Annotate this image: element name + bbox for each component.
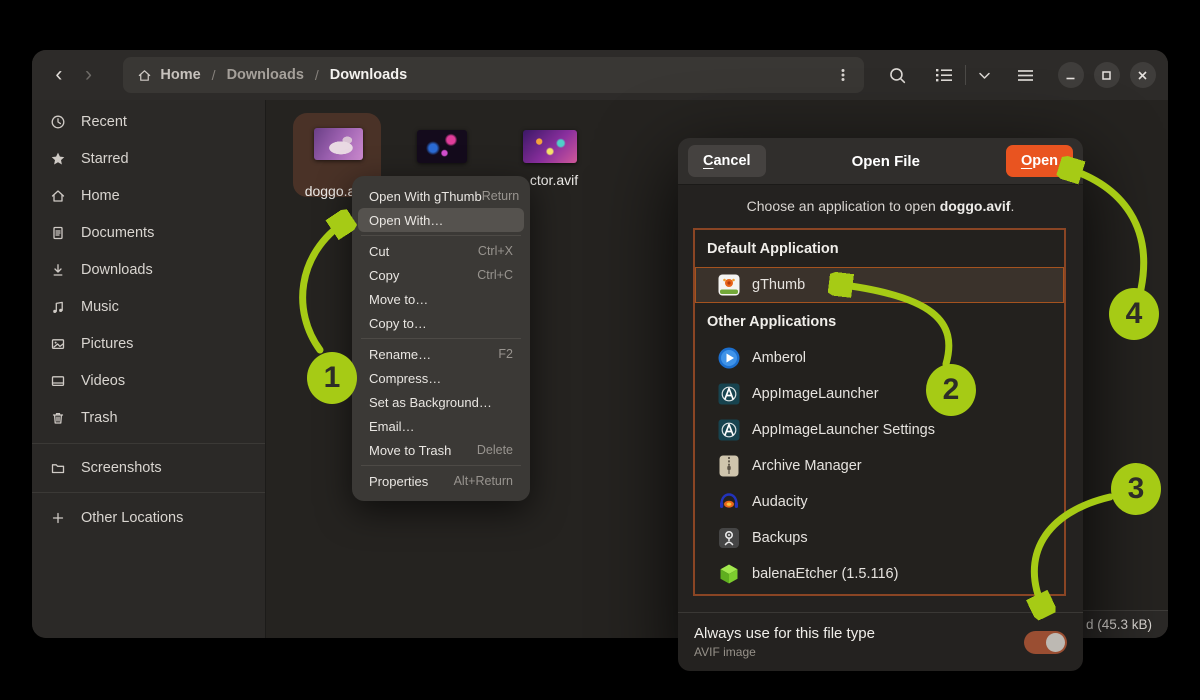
menu-item-properties[interactable]: Properties Alt+Return bbox=[358, 469, 524, 493]
app-name: AppImageLauncher Settings bbox=[752, 422, 935, 438]
desktop: ‹ › Home / Downloads / Downloads bbox=[0, 0, 1200, 700]
file-item-3-thumbnail[interactable] bbox=[523, 130, 577, 163]
menu-item-open-with[interactable]: Open With… bbox=[358, 208, 524, 232]
dialog-header: Cancel Open File Open bbox=[678, 138, 1083, 185]
annotation-step-1: 1 bbox=[307, 352, 357, 404]
application-list: Default Application gThumb Other Applica… bbox=[693, 228, 1066, 596]
gthumb-icon bbox=[717, 273, 741, 297]
sidebar-item-music[interactable]: Music bbox=[32, 288, 265, 325]
app-row-audacity[interactable]: Audacity bbox=[695, 484, 1064, 520]
list-view-icon[interactable] bbox=[935, 67, 953, 83]
app-name: Archive Manager bbox=[752, 458, 862, 474]
app-row-amberol[interactable]: Amberol bbox=[695, 340, 1064, 376]
dialog-prompt: Choose an application to open doggo.avif… bbox=[678, 198, 1083, 214]
section-default-application: Default Application bbox=[695, 230, 1064, 267]
sidebar-item-documents[interactable]: Documents bbox=[32, 214, 265, 251]
path-menu-icon[interactable] bbox=[836, 67, 850, 83]
breadcrumb-separator: / bbox=[315, 67, 319, 83]
app-name: Backups bbox=[752, 530, 808, 546]
back-button[interactable]: ‹ bbox=[44, 60, 74, 90]
search-icon[interactable] bbox=[888, 66, 907, 85]
hamburger-menu-icon[interactable] bbox=[1017, 69, 1034, 82]
sidebar-item-recent[interactable]: Recent bbox=[32, 103, 265, 140]
backups-icon bbox=[717, 526, 741, 550]
close-button[interactable] bbox=[1130, 62, 1156, 88]
menu-item-open-with-gthumb[interactable]: Open With gThumb Return bbox=[358, 184, 524, 208]
app-row-archive-manager[interactable]: Archive Manager bbox=[695, 448, 1064, 484]
menu-item-set-as-background[interactable]: Set as Background… bbox=[358, 390, 524, 414]
home-icon bbox=[137, 68, 152, 83]
menu-item-move-to-trash[interactable]: Move to Trash Delete bbox=[358, 438, 524, 462]
menu-item-rename[interactable]: Rename… F2 bbox=[358, 342, 524, 366]
always-use-label: Always use for this file type bbox=[694, 625, 875, 642]
view-options-chevron-icon[interactable] bbox=[978, 71, 991, 80]
app-name: Audacity bbox=[752, 494, 808, 510]
breadcrumb-current[interactable]: Downloads bbox=[330, 67, 407, 83]
app-name: balenaEtcher (1.5.116) bbox=[752, 566, 898, 582]
sidebar-item-other-locations[interactable]: Other Locations bbox=[32, 499, 265, 536]
app-row-partial[interactable] bbox=[695, 592, 1064, 596]
breadcrumb-home[interactable]: Home bbox=[160, 67, 200, 83]
status-text: d (45.3 kB) bbox=[1086, 617, 1152, 632]
menu-item-email[interactable]: Email… bbox=[358, 414, 524, 438]
forward-button[interactable]: › bbox=[74, 60, 104, 90]
breadcrumb-separator: / bbox=[212, 67, 216, 83]
app-row-gthumb[interactable]: gThumb bbox=[695, 267, 1064, 303]
annotation-step-2: 2 bbox=[926, 364, 976, 416]
balenaetcher-icon bbox=[717, 562, 741, 586]
annotation-step-4: 4 bbox=[1109, 288, 1159, 340]
context-menu: Open With gThumb Return Open With… Cut C… bbox=[352, 176, 530, 501]
amberol-icon bbox=[717, 346, 741, 370]
cancel-button[interactable]: Cancel bbox=[688, 145, 766, 177]
sidebar-item-pictures[interactable]: Pictures bbox=[32, 325, 265, 362]
minimize-button[interactable] bbox=[1058, 62, 1084, 88]
sidebar-item-screenshots[interactable]: Screenshots bbox=[32, 449, 265, 486]
breadcrumb[interactable]: Home / Downloads / Downloads bbox=[123, 57, 864, 93]
maximize-button[interactable] bbox=[1094, 62, 1120, 88]
doggo-thumbnail bbox=[314, 128, 363, 160]
sidebar: Recent Starred Home Documents Downloads bbox=[32, 100, 265, 638]
appimagelauncher-icon bbox=[717, 382, 741, 406]
dialog-title: Open File bbox=[766, 153, 1006, 170]
file-name-ctor: ctor.avif bbox=[524, 172, 584, 188]
audacity-icon bbox=[717, 490, 741, 514]
section-other-applications: Other Applications bbox=[695, 303, 1064, 340]
app-name: AppImageLauncher bbox=[752, 386, 879, 402]
app-name: gThumb bbox=[752, 277, 805, 293]
toggle-knob bbox=[1046, 633, 1065, 652]
breadcrumb-downloads[interactable]: Downloads bbox=[227, 67, 304, 83]
always-use-row: Always use for this file type AVIF image bbox=[678, 612, 1083, 671]
file-type-label: AVIF image bbox=[694, 645, 875, 659]
sidebar-item-home[interactable]: Home bbox=[32, 177, 265, 214]
sidebar-item-trash[interactable]: Trash bbox=[32, 399, 265, 436]
app-row-balenaetcher[interactable]: balenaEtcher (1.5.116) bbox=[695, 556, 1064, 592]
appimagelauncher-settings-icon bbox=[717, 418, 741, 442]
menu-item-copy[interactable]: Copy Ctrl+C bbox=[358, 263, 524, 287]
menu-item-copy-to[interactable]: Copy to… bbox=[358, 311, 524, 335]
menu-item-compress[interactable]: Compress… bbox=[358, 366, 524, 390]
file-item-2-thumbnail[interactable] bbox=[417, 130, 467, 163]
annotation-step-3: 3 bbox=[1111, 463, 1161, 515]
headerbar: ‹ › Home / Downloads / Downloads bbox=[32, 50, 1168, 100]
app-row-appimagelauncher-settings[interactable]: AppImageLauncher Settings bbox=[695, 412, 1064, 448]
always-use-toggle[interactable] bbox=[1024, 631, 1067, 654]
app-row-backups[interactable]: Backups bbox=[695, 520, 1064, 556]
open-button[interactable]: Open bbox=[1006, 145, 1073, 177]
menu-item-cut[interactable]: Cut Ctrl+X bbox=[358, 239, 524, 263]
app-name: Amberol bbox=[752, 350, 806, 366]
archive-manager-icon bbox=[717, 454, 741, 478]
sidebar-item-starred[interactable]: Starred bbox=[32, 140, 265, 177]
app-row-appimagelauncher[interactable]: AppImageLauncher bbox=[695, 376, 1064, 412]
menu-item-move-to[interactable]: Move to… bbox=[358, 287, 524, 311]
open-file-dialog: Cancel Open File Open Choose an applicat… bbox=[678, 138, 1083, 671]
sidebar-item-videos[interactable]: Videos bbox=[32, 362, 265, 399]
sidebar-item-downloads[interactable]: Downloads bbox=[32, 251, 265, 288]
